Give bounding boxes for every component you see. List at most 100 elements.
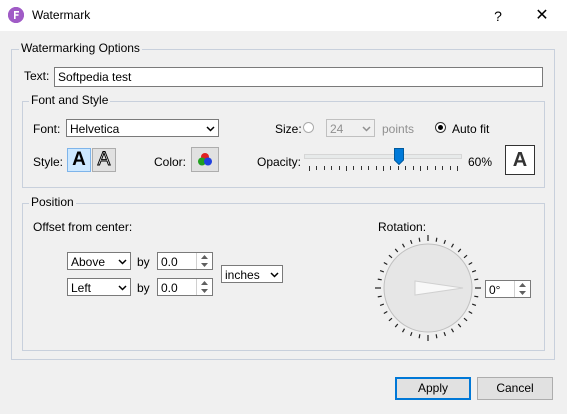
units-value: inches (225, 268, 260, 282)
help-button[interactable]: ? (488, 6, 508, 26)
slider-tick (353, 166, 355, 170)
rotation-stepper[interactable]: 0° (485, 280, 531, 298)
dial-tick (471, 303, 477, 307)
opacity-slider-track[interactable] (304, 154, 462, 159)
chevron-down-icon (117, 256, 128, 267)
stepper-up-icon[interactable] (197, 253, 212, 261)
slider-tick (442, 166, 444, 170)
dial-tick (468, 261, 473, 266)
stepper-up-icon[interactable] (197, 279, 212, 287)
opacity-slider-thumb[interactable] (393, 148, 404, 166)
by-label: by (137, 255, 150, 269)
dial-tick (474, 295, 479, 298)
stepper-up-icon[interactable] (515, 281, 530, 289)
offset-label: Offset from center: (33, 220, 133, 234)
rotation-value: 0° (489, 283, 501, 297)
auto-fit-radio[interactable] (435, 122, 446, 133)
dial-tick (435, 334, 438, 339)
vertical-direction-value: Above (71, 255, 106, 269)
units-select[interactable]: inches (221, 265, 283, 283)
slider-tick (457, 166, 458, 171)
opacity-slider-ticks (304, 166, 462, 172)
stepper-buttons (196, 253, 212, 269)
slider-tick (338, 166, 340, 170)
size-value: 24 (330, 122, 344, 136)
slider-tick (375, 166, 377, 170)
horizontal-offset-stepper[interactable]: 0.0 (157, 278, 213, 296)
slider-tick (309, 166, 310, 171)
horizontal-direction-value: Left (71, 281, 92, 295)
slider-tick (449, 166, 451, 170)
vertical-direction-select[interactable]: Above (67, 252, 131, 270)
font-select[interactable]: Helvetica (66, 119, 219, 137)
vertical-offset-stepper[interactable]: 0.0 (157, 252, 213, 270)
dial-tick (379, 269, 385, 273)
slider-tick (316, 166, 318, 170)
dial-tick (450, 243, 455, 248)
dial-tick (401, 328, 406, 333)
dial-tick (377, 278, 382, 281)
watermark-text-input[interactable]: Softpedia test (54, 67, 543, 87)
slider-tick (360, 166, 362, 170)
dial-tick (409, 331, 413, 337)
dial-tick (383, 310, 388, 315)
chevron-down-icon (269, 269, 280, 280)
chevron-down-icon (205, 123, 216, 134)
dial-tick (435, 237, 438, 242)
dial-tick (468, 310, 473, 315)
opacity-value: 60% (468, 155, 493, 169)
slider-tick (346, 166, 347, 171)
slider-tick (331, 166, 333, 170)
apply-button[interactable]: Apply (395, 377, 471, 400)
dial-tick (443, 239, 447, 245)
stepper-buttons (196, 279, 212, 295)
slider-tick (434, 166, 436, 170)
dial-tick (463, 254, 468, 259)
dial-tick (443, 331, 447, 337)
app-icon (8, 7, 24, 23)
size-select[interactable]: 24 (326, 119, 375, 137)
close-button[interactable]: ✕ (530, 6, 554, 26)
horizontal-direction-select[interactable]: Left (67, 278, 131, 296)
dial-tick (471, 269, 477, 273)
style-label: Style: (33, 155, 64, 169)
dial-tick (418, 237, 421, 242)
rotation-dial[interactable] (374, 234, 482, 342)
vertical-offset-value: 0.0 (161, 255, 178, 269)
dial-tick (388, 254, 393, 259)
slider-tick (427, 166, 429, 170)
rotation-label: Rotation: (378, 220, 427, 234)
dial-tick (450, 328, 455, 333)
stepper-down-icon[interactable] (515, 289, 530, 297)
slider-tick (368, 166, 370, 170)
stepper-down-icon[interactable] (197, 261, 212, 269)
slider-tick (383, 166, 384, 171)
style-outline-button[interactable]: A (92, 148, 116, 172)
dial-tick (394, 323, 399, 328)
rgb-circles-icon (198, 153, 212, 166)
auto-fit-label: Auto fit (452, 122, 490, 136)
font-label: Font: (33, 122, 61, 136)
style-filled-button[interactable]: A (67, 148, 91, 172)
horizontal-offset-value: 0.0 (161, 281, 178, 295)
cancel-button[interactable]: Cancel (477, 377, 553, 400)
color-label: Color: (154, 155, 187, 169)
slider-tick (412, 166, 414, 170)
dial-tick (474, 278, 479, 281)
dial-tick (377, 295, 382, 298)
dial-tick (409, 239, 413, 245)
size-radio[interactable] (303, 122, 314, 133)
slider-tick (405, 166, 407, 170)
text-label: Text: (24, 69, 50, 83)
color-button[interactable] (191, 147, 219, 172)
size-label: Size: (275, 122, 302, 136)
dial-tick (418, 334, 421, 339)
position-label: Position (29, 195, 76, 209)
dial-tick (379, 303, 385, 307)
chevron-down-icon (117, 282, 128, 293)
dial-tick (457, 248, 462, 253)
dial-tick (401, 243, 406, 248)
stepper-down-icon[interactable] (197, 287, 212, 295)
dial-tick (388, 317, 393, 322)
font-style-group (22, 101, 545, 188)
